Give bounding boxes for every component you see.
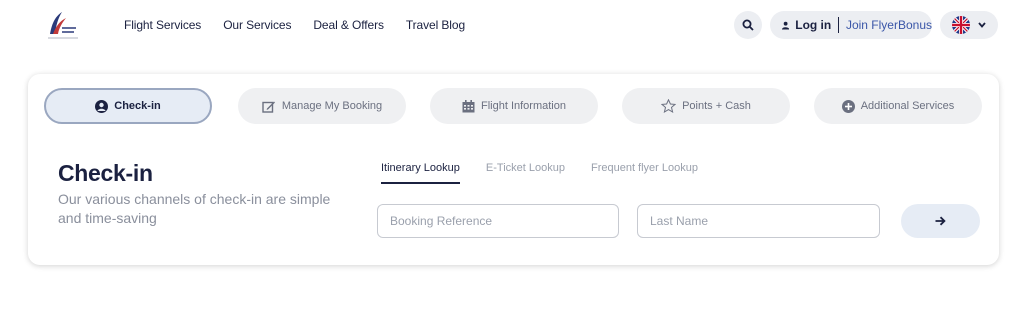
tab-additional-services-label: Additional Services: [860, 100, 955, 112]
booking-widget: Check-in Manage My Booking Flight Inform…: [28, 74, 999, 265]
tab-flight-information[interactable]: Flight Information: [430, 88, 598, 124]
calendar-icon: [462, 99, 475, 112]
booking-reference-input[interactable]: [377, 204, 619, 238]
main-nav: Flight Services Our Services Deal & Offe…: [124, 18, 487, 32]
search-icon: [742, 19, 754, 31]
search-button[interactable]: [734, 11, 762, 39]
tab-additional-services[interactable]: Additional Services: [814, 88, 982, 124]
user-icon: [782, 21, 790, 29]
tab-manage-booking-label: Manage My Booking: [281, 100, 383, 112]
user-circle-icon: [95, 99, 109, 113]
tab-itinerary-lookup[interactable]: Itinerary Lookup: [381, 162, 460, 184]
uk-flag-icon: [952, 16, 970, 34]
page-subtitle: Our various channels of check-in are sim…: [58, 191, 331, 226]
chevron-down-icon: [978, 22, 986, 28]
tab-eticket-lookup[interactable]: E-Ticket Lookup: [486, 162, 565, 184]
plus-circle-icon: [841, 99, 855, 113]
login-pill: Log in Join FlyerBonus: [770, 11, 932, 39]
lookup-tabs: Itinerary Lookup E-Ticket Lookup Frequen…: [381, 162, 724, 184]
booking-tabs: Check-in Manage My Booking Flight Inform…: [44, 88, 984, 124]
login-link[interactable]: Log in: [795, 18, 831, 32]
nav-travel-blog[interactable]: Travel Blog: [406, 18, 465, 32]
tab-flight-information-label: Flight Information: [481, 100, 566, 112]
tab-frequent-flyer-lookup[interactable]: Frequent flyer Lookup: [591, 162, 698, 184]
edit-icon: [262, 101, 275, 113]
airline-logo-icon: [48, 12, 78, 39]
tab-points-cash[interactable]: Points + Cash: [622, 88, 790, 124]
tab-manage-booking[interactable]: Manage My Booking: [238, 88, 406, 124]
join-flyerbonus-link[interactable]: Join FlyerBonus: [846, 18, 932, 32]
tab-check-in[interactable]: Check-in: [44, 88, 212, 124]
tab-check-in-label: Check-in: [114, 100, 161, 112]
last-name-input[interactable]: [637, 204, 880, 238]
page-title: Check-in: [58, 160, 153, 186]
nav-flight-services[interactable]: Flight Services: [124, 18, 201, 32]
login-divider: [838, 17, 839, 33]
nav-our-services[interactable]: Our Services: [223, 18, 291, 32]
language-selector[interactable]: [940, 11, 998, 39]
star-icon: [661, 99, 677, 113]
top-navigation-bar: Flight Services Our Services Deal & Offe…: [0, 0, 1024, 52]
submit-button[interactable]: [901, 204, 980, 238]
nav-deals-offers[interactable]: Deal & Offers: [313, 18, 384, 32]
tab-points-cash-label: Points + Cash: [682, 100, 751, 112]
arrow-right-icon: [935, 216, 946, 226]
airline-logo[interactable]: [40, 8, 88, 44]
